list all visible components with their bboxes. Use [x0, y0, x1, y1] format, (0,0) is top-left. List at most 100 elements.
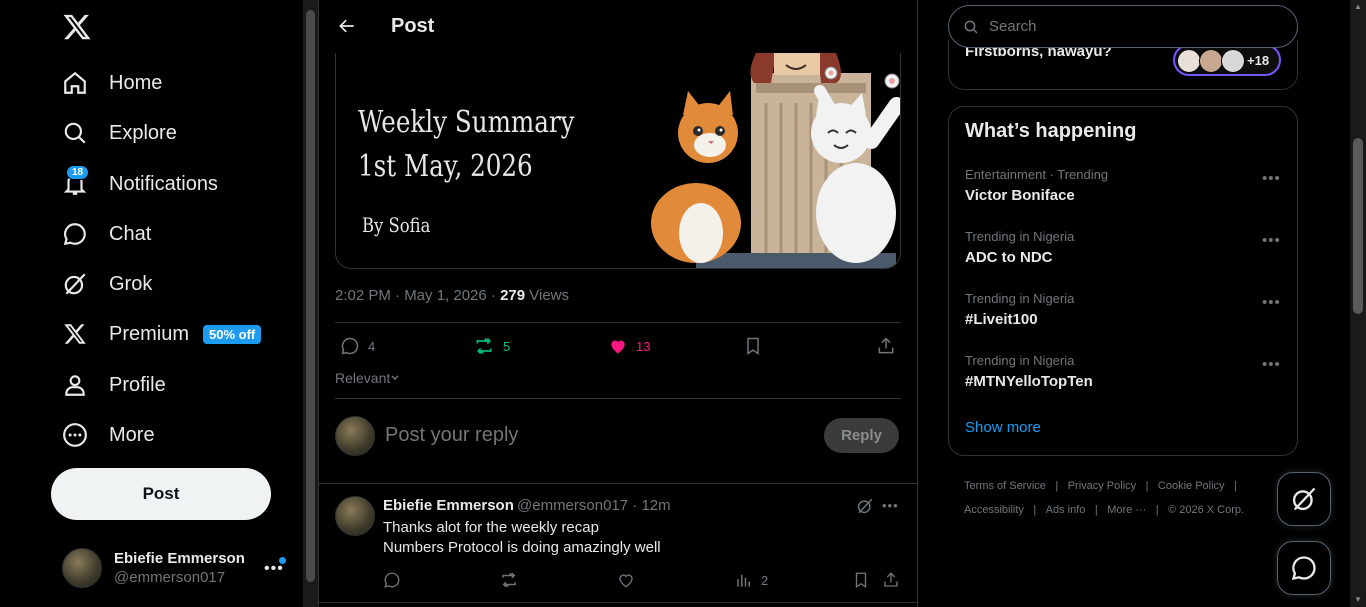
page-title: Post — [391, 15, 435, 37]
reply-count: 4 — [368, 338, 376, 354]
bell-icon: 18 — [60, 165, 90, 199]
footer-row-2: Accessibility | Ads info | More ··· | © … — [964, 504, 1245, 516]
nav-home-label: Home — [109, 71, 163, 94]
divider — [319, 602, 917, 603]
chat-icon — [1290, 554, 1318, 582]
comment-text-line: Numbers Protocol is doing amazingly well — [383, 539, 661, 556]
nav-chat-label: Chat — [109, 222, 152, 245]
footer-link-terms[interactable]: Terms of Service — [964, 480, 1046, 492]
trend-item[interactable]: #MTNYelloTopTen — [965, 373, 1093, 390]
chat-fab[interactable] — [1277, 541, 1331, 595]
reply-button[interactable]: Reply — [824, 418, 899, 453]
trend-item[interactable]: #Liveit100 — [965, 311, 1038, 328]
repost-icon — [473, 336, 503, 356]
grok-icon[interactable] — [856, 497, 874, 515]
nav-notifications-label: Notifications — [109, 172, 218, 195]
divider — [335, 322, 901, 323]
share-icon[interactable] — [882, 571, 900, 589]
x-logo-icon — [60, 319, 90, 349]
trend-more-icon[interactable]: ••• — [1262, 356, 1281, 373]
heart-filled-icon — [608, 336, 636, 356]
trend-more-icon[interactable]: ••• — [1262, 232, 1281, 249]
x-logo-icon[interactable] — [62, 12, 92, 42]
nav-more[interactable]: More — [60, 415, 155, 455]
avatar — [1221, 49, 1245, 73]
like-count: 13 — [636, 338, 651, 354]
bookmark-icon[interactable] — [852, 571, 870, 589]
chat-icon — [60, 219, 90, 249]
nav-notifications[interactable]: 18 Notifications — [60, 164, 218, 204]
footer-link-cookies[interactable]: Cookie Policy — [1158, 480, 1225, 492]
nav-premium[interactable]: Premium 50% off — [60, 314, 262, 354]
views-action[interactable]: 2 — [735, 571, 768, 589]
person-icon — [60, 370, 90, 400]
nav-home[interactable]: Home — [60, 63, 162, 103]
avatar — [1177, 49, 1201, 73]
comment-text-line: Thanks alot for the weekly recap — [383, 519, 599, 536]
repost-count: 5 — [503, 338, 511, 354]
trend-item[interactable]: Victor Boniface — [965, 187, 1075, 204]
nav-explore[interactable]: Explore — [60, 113, 177, 153]
reply-icon[interactable] — [383, 571, 401, 589]
avatar[interactable] — [335, 496, 375, 536]
more-circle-icon — [60, 420, 90, 450]
search-input[interactable] — [989, 18, 1279, 35]
trend-item[interactable]: ADC to NDC — [965, 249, 1053, 266]
grok-fab[interactable] — [1277, 472, 1331, 526]
footer-row-1: Terms of Service | Privacy Policy | Cook… — [964, 480, 1237, 492]
nav-grok[interactable]: Grok — [60, 264, 152, 304]
trend-context: Trending in Nigeria — [965, 353, 1075, 368]
nav-profile[interactable]: Profile — [60, 365, 166, 405]
post-views-count: 279 — [500, 287, 526, 304]
reply-sort-dropdown[interactable]: Relevant — [335, 370, 400, 386]
bookmark-icon[interactable] — [743, 336, 771, 356]
like-action[interactable]: 13 — [608, 336, 650, 356]
footer-link-more[interactable]: More ··· — [1107, 504, 1146, 516]
page-scrollbar-thumb[interactable] — [1353, 138, 1363, 314]
post-button[interactable]: Post — [51, 468, 271, 520]
comment-author-name[interactable]: Ebiefie Emmerson — [383, 497, 514, 514]
footer-link-privacy[interactable]: Privacy Policy — [1068, 480, 1136, 492]
comment-author-handle[interactable]: @emmerson017 · 12m — [517, 497, 671, 514]
reply-input[interactable] — [385, 424, 805, 447]
trend-more-icon[interactable]: ••• — [1262, 294, 1281, 311]
trend-context: Trending in Nigeria — [965, 291, 1075, 306]
back-arrow-icon[interactable] — [335, 14, 359, 38]
home-icon — [60, 68, 90, 98]
reply-icon — [340, 336, 368, 356]
trend-more-icon[interactable]: ••• — [1262, 170, 1281, 187]
premium-promo-badge: 50% off — [203, 324, 262, 344]
comment-more-icon[interactable]: ••• — [882, 498, 899, 513]
search-box[interactable] — [948, 5, 1298, 48]
nav-premium-label: Premium — [109, 322, 190, 345]
show-more-link[interactable]: Show more — [965, 419, 1041, 436]
repost-action[interactable]: 5 — [473, 336, 510, 356]
nav-chat[interactable]: Chat — [60, 214, 151, 254]
notification-badge: 18 — [66, 165, 90, 180]
post-time[interactable]: 2:02 PM · May 1, 2026 · — [335, 287, 500, 304]
reply-action[interactable]: 4 — [340, 336, 375, 356]
trends-title: What’s happening — [965, 120, 1137, 142]
account-switcher[interactable]: Ebiefie Emmerson @emmerson017 — [62, 546, 292, 590]
chevron-down-icon — [390, 373, 400, 383]
cats-illustration — [651, 53, 900, 268]
facepile[interactable]: +18 — [1173, 44, 1281, 76]
trends-panel: What’s happening Entertainment · Trendin… — [948, 106, 1298, 456]
avatar — [62, 548, 102, 588]
search-icon — [963, 19, 979, 35]
heart-icon[interactable] — [617, 571, 635, 589]
media-date: 1st May, 2026 — [358, 149, 533, 184]
avatar — [335, 416, 375, 456]
share-icon[interactable] — [876, 336, 904, 356]
grok-icon — [60, 269, 90, 299]
footer-link-accessibility[interactable]: Accessibility — [964, 504, 1024, 516]
left-scrollbar-thumb[interactable] — [306, 10, 315, 582]
analytics-icon — [735, 571, 761, 589]
scroll-up-arrow-icon[interactable]: ▲ — [1354, 2, 1362, 11]
post-media-image[interactable]: Weekly Summary 1st May, 2026 By Sofia — [335, 53, 901, 269]
trend-context: Entertainment · Trending — [965, 167, 1109, 182]
scroll-down-arrow-icon[interactable]: ▼ — [1354, 595, 1362, 604]
footer-link-ads[interactable]: Ads info — [1046, 504, 1086, 516]
repost-icon[interactable] — [499, 571, 519, 589]
account-handle: @emmerson017 — [114, 569, 226, 586]
